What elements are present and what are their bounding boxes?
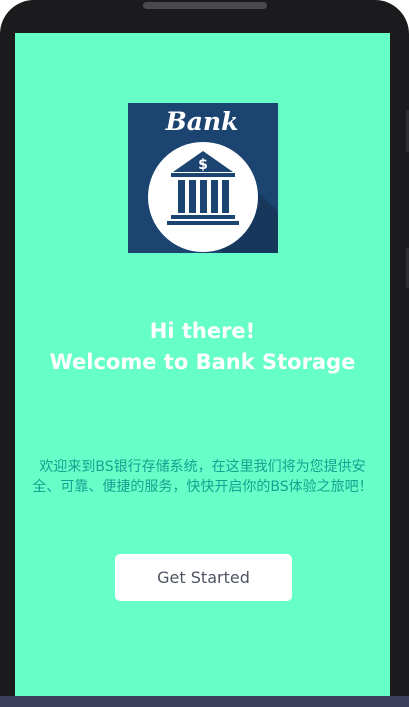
intro-text: 欢迎来到BS银行存储系统，在这里我们将为您提供安全、可靠、便捷的服务，快快开启你…	[32, 459, 373, 495]
bank-building-icon: Bank $	[148, 107, 278, 253]
welcome-screen: Bank $ Hi there! Welcome to Bank Storage…	[15, 33, 390, 696]
logo-dollar-symbol: $	[198, 157, 208, 173]
get-started-button[interactable]: Get Started	[115, 554, 292, 601]
phone-speaker	[143, 2, 267, 9]
logo-wordmark: Bank	[165, 107, 239, 136]
bank-logo: Bank $	[128, 103, 278, 253]
welcome-heading: Hi there! Welcome to Bank Storage	[15, 316, 390, 378]
greeting-text: Hi there!	[149, 319, 256, 343]
phone-frame: Bank $ Hi there! Welcome to Bank Storage…	[0, 0, 409, 707]
welcome-title: Welcome to Bank Storage	[49, 350, 356, 374]
bottom-bar	[0, 696, 409, 707]
